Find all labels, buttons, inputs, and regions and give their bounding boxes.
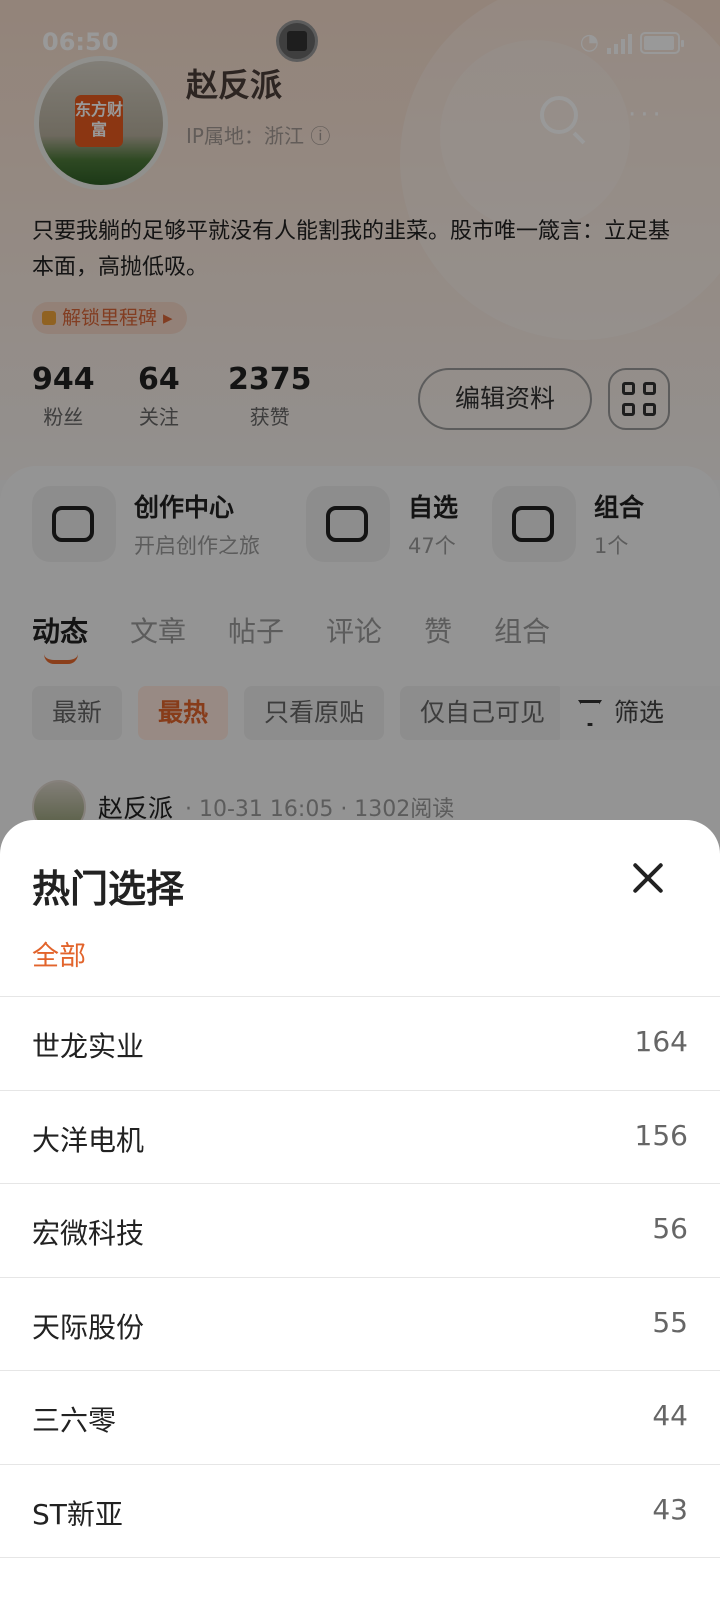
- all-option[interactable]: 全部: [32, 934, 86, 973]
- hot-picks-sheet: 热门选择 全部 世龙实业 164 大洋电机 156 宏微科技 56 天际股份 5…: [0, 820, 720, 1610]
- stock-name: 三六零: [32, 1404, 117, 1437]
- profile-page: 06:50 ◔ ‹ 东方财富 赵反派 IP属地：浙江 ⓘ ··· 只要我躺的足够…: [0, 0, 720, 1610]
- list-item[interactable]: ST新亚 43: [0, 1465, 720, 1558]
- list-item[interactable]: 三六零 44: [0, 1371, 720, 1465]
- close-icon[interactable]: [630, 860, 666, 896]
- sheet-title: 热门选择: [32, 867, 185, 911]
- stock-count: 55: [652, 1305, 688, 1339]
- stock-name: 宏微科技: [32, 1217, 145, 1250]
- list-item[interactable]: 天际股份 55: [0, 1278, 720, 1371]
- list-item[interactable]: 宏微科技 56: [0, 1184, 720, 1278]
- stock-list: 世龙实业 164 大洋电机 156 宏微科技 56 天际股份 55 三六零 44…: [0, 997, 720, 1558]
- stock-count: 156: [634, 1118, 688, 1152]
- stock-count: 44: [652, 1399, 688, 1432]
- stock-count: 164: [634, 1025, 688, 1058]
- stock-count: 43: [652, 1492, 688, 1526]
- stock-name: 世龙实业: [32, 1030, 145, 1063]
- stock-name: 大洋电机: [32, 1123, 145, 1157]
- list-item[interactable]: 世龙实业 164: [0, 997, 720, 1091]
- stock-name: 天际股份: [32, 1310, 145, 1344]
- stock-name: ST新亚: [32, 1497, 123, 1531]
- list-item[interactable]: 大洋电机 156: [0, 1091, 720, 1184]
- stock-count: 56: [652, 1212, 688, 1245]
